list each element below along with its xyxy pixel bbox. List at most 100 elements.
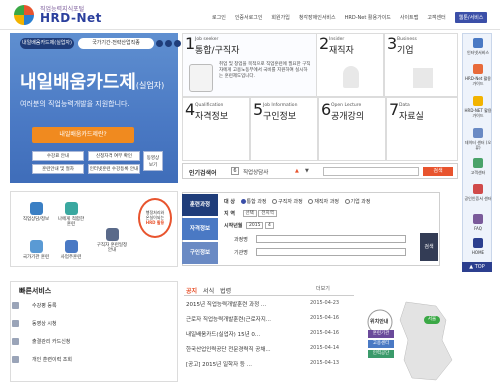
map-training-org-button[interactable]: 훈련기관 <box>368 330 394 338</box>
nav-guide[interactable]: HRD-Net 활용가이드 <box>345 14 391 23</box>
hero-cta-button[interactable]: 내일배움카드제란? <box>32 127 134 143</box>
tile-lecture[interactable]: 6 Open Lecture 공개강의 <box>318 97 386 161</box>
subregion-select[interactable]: 전지역 <box>258 210 277 217</box>
tab-laws[interactable]: 법령 <box>220 286 231 295</box>
notice-row-title[interactable]: [공고] 2015년 일학자 등 ... <box>186 360 252 368</box>
quick-schedule[interactable]: 구직자 훈련일정 안내 <box>95 228 129 253</box>
fast-history[interactable]: 개인 훈련이력 조회 <box>32 356 72 363</box>
quick-counsel[interactable]: 직업상담/정보 <box>22 202 50 222</box>
rail-data-center[interactable]: 데이터 센터 (오류) <box>464 128 492 150</box>
map-hrd-korea-button[interactable]: 인력공단 <box>368 350 394 358</box>
course-name-label: 과정명 <box>234 237 248 243</box>
quick-fit-training[interactable]: 나에게 적합한 훈련 <box>57 202 85 227</box>
monitor-icon <box>473 38 483 48</box>
notice-row-title[interactable]: 2015년 직업능력개발훈련 과정 ... <box>186 300 266 308</box>
rank-keyword[interactable]: 직업상담사 <box>243 168 268 176</box>
eligibility-button[interactable]: 신청자격 여부 확인 <box>88 151 140 161</box>
hrd-badge[interactable]: 행정처리와 온실이되는 HRD 활용 <box>138 198 172 238</box>
radio-business[interactable] <box>344 199 350 204</box>
region-label: 지 역 <box>224 211 235 217</box>
hero-title-sub: (실업자) <box>135 81 165 90</box>
notice-more-link[interactable]: 더보기 <box>316 285 330 292</box>
nav-sitemap[interactable]: 사이트맵 <box>400 14 418 23</box>
badge-line: HRD 활용 <box>145 220 165 225</box>
location-map: 위치안내 훈련기관 고용센터 인력공단 서울 <box>366 300 462 382</box>
tab-notice[interactable]: 공지 <box>186 286 197 295</box>
tile-jobseeker[interactable]: 1 Job seeker 통합/구직자 취업 및 창업을 목적으로 직업훈련에 … <box>182 33 317 97</box>
tile-number: 3 <box>387 34 398 53</box>
back-to-top-button[interactable]: ▲ TOP <box>462 262 492 272</box>
rail-faq[interactable]: FAQ <box>464 214 492 231</box>
tab-qualification[interactable]: 자격정보 <box>182 218 218 240</box>
insider-icon <box>343 66 359 88</box>
card-icon <box>12 338 19 345</box>
radio-insider[interactable] <box>308 199 314 204</box>
guide-icon <box>473 96 483 106</box>
job-search-input[interactable] <box>323 167 419 176</box>
rail-guide[interactable]: HRD-Net 활용가이드 <box>464 64 492 86</box>
course-name-input[interactable] <box>256 235 406 243</box>
tile-jobinfo[interactable]: 5 Job Information 구인정보 <box>250 97 318 161</box>
quick-national[interactable]: 국가기관 훈련 <box>22 240 50 260</box>
rail-label: 공인인증서 센터 <box>464 196 492 201</box>
map-employment-center-button[interactable]: 고용센터 <box>368 340 394 348</box>
building-icon <box>64 240 78 253</box>
nav-signup[interactable]: 회원가입 <box>271 14 289 23</box>
month-select[interactable]: 4 <box>265 222 274 229</box>
tab-forms[interactable]: 서식 <box>203 286 214 295</box>
map-region-seoul[interactable]: 서울 <box>424 316 440 324</box>
tile-data[interactable]: 7 Data 자료실 <box>386 97 458 161</box>
start-label: 시작년월 <box>224 223 243 229</box>
rail-home[interactable]: HOME <box>464 238 492 255</box>
nav-webtoon[interactable]: 웹툰/서비스 <box>454 12 488 23</box>
org-name-input[interactable] <box>256 248 406 256</box>
prev-icon[interactable] <box>156 40 163 47</box>
radio-label: 구직자 과정 <box>278 199 303 205</box>
hero-tab-card[interactable]: 내일배움카드제(실업자) <box>20 38 74 49</box>
fast-video[interactable]: 동영상 시청 <box>32 320 57 327</box>
tile-insider[interactable]: 2 Insider 재직자 <box>316 33 384 97</box>
region-select[interactable]: 선택 <box>242 210 257 217</box>
rail-hrd-guide[interactable]: HRD-NET 활용가이드 <box>464 96 492 118</box>
nav-help[interactable]: 고객센터 <box>427 14 445 23</box>
tab-training-course[interactable]: 훈련과정 <box>182 194 218 216</box>
tile-number: 4 <box>185 100 196 119</box>
rail-label: HOME <box>471 250 485 255</box>
fee-info-button[interactable]: 수강료 안내 <box>32 151 84 161</box>
quick-employer[interactable]: 사업주훈련 <box>57 240 85 260</box>
question-icon <box>473 214 483 224</box>
rail-cert-center[interactable]: 공인인증서 센터 <box>464 184 492 201</box>
rank-toggle-icon[interactable]: ▼ <box>305 168 309 174</box>
tile-business[interactable]: 3 Business 기업 <box>384 33 458 97</box>
year-select[interactable]: 2015 <box>246 222 264 229</box>
notice-row-date: 2015-04-16 <box>310 315 340 321</box>
rail-helpdesk[interactable]: 고객센터 <box>464 158 492 175</box>
hero-tab-strategic[interactable]: 국가기간·전략산업직종 <box>78 38 154 49</box>
rail-internet-service[interactable]: 인터넷서비스 <box>464 38 492 55</box>
pause-icon[interactable] <box>165 40 172 47</box>
course-search-button[interactable]: 검색 <box>420 233 438 261</box>
radio-label: 기업 과정 <box>350 199 371 205</box>
video-button[interactable]: 동영상 보기 <box>143 151 163 171</box>
job-search-button[interactable]: 검색 <box>423 167 453 176</box>
online-training-button[interactable]: 인터넷훈련 수강등록 안내 <box>88 164 140 174</box>
person-icon <box>105 228 119 241</box>
logo-icon[interactable] <box>14 5 34 25</box>
tab-job-info[interactable]: 구인정보 <box>182 242 218 264</box>
radio-jobseeker[interactable] <box>272 199 278 204</box>
notice-row-title[interactable]: 근로자 직업능력개발훈련(근로자지... <box>186 315 271 323</box>
nav-login[interactable]: 로그인 <box>212 14 226 23</box>
nav-cert-login[interactable]: 인증서로그인 <box>235 14 263 23</box>
tile-qualification[interactable]: 4 Qualification 자격정보 <box>182 97 250 161</box>
notice-row-title[interactable]: 내일배움카드(실업자) 15년 0... <box>186 330 260 338</box>
logo[interactable]: HRD-Net <box>40 11 102 25</box>
next-icon[interactable] <box>174 40 181 47</box>
radio-integrated[interactable] <box>240 199 246 204</box>
fast-card[interactable]: 출결관리 카드신청 <box>32 338 70 345</box>
tile-en: Data <box>399 103 410 108</box>
procedure-button[interactable]: 훈련안내 및 절차 <box>32 164 84 174</box>
nav-accessibility[interactable]: 청각장애인서비스 <box>299 14 336 23</box>
fast-review[interactable]: 수강평 등록 <box>32 302 57 309</box>
notice-row-title[interactable]: 한국산업인력공단 전문경력직 공채... <box>186 345 271 353</box>
radio-label: 통합 과정 <box>246 199 267 205</box>
